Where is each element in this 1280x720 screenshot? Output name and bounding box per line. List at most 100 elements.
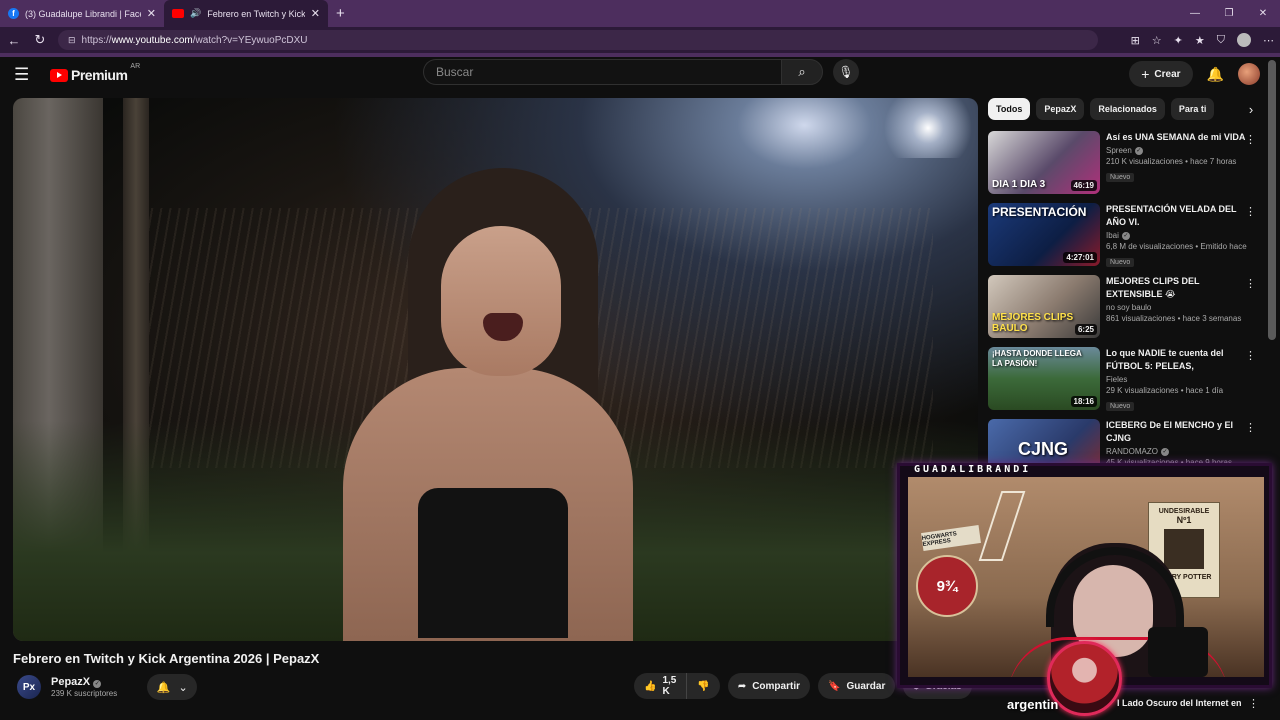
more-vert-icon[interactable]: ⋮: [1248, 697, 1259, 710]
back-icon[interactable]: ←: [6, 33, 22, 48]
subscription-bell-button[interactable]: 🔔 ⌄: [147, 674, 198, 700]
more-vert-icon[interactable]: ⋮: [1245, 349, 1256, 362]
search-button[interactable]: ⌕: [781, 59, 823, 85]
plus-icon: +: [1141, 66, 1150, 82]
youtube-logo[interactable]: Premium AR: [50, 63, 140, 83]
app-icon[interactable]: ⊞: [1131, 34, 1140, 47]
video-thumbnail[interactable]: ¡HASTA DONDE LLEGA LA PASIÓN! 18:16: [988, 347, 1100, 410]
video-info: Así es UNA SEMANA de mi VIDA Spreen ✓ 210…: [1106, 131, 1248, 203]
list-item[interactable]: DIA 1 DIA 3 46:19 Así es UNA SEMANA de m…: [988, 131, 1260, 203]
browser-tab-strip: f (3) Guadalupe Librandi | Facebook ✕ 🔊 …: [0, 0, 1280, 27]
video-thumbnail[interactable]: MEJORES CLIPS BAULO 6:25: [988, 275, 1100, 338]
more-vert-icon[interactable]: ⋮: [1245, 133, 1256, 146]
reload-icon[interactable]: ↻: [32, 32, 48, 48]
close-tab-icon[interactable]: ✕: [311, 7, 320, 20]
tab-youtube[interactable]: 🔊 Febrero en Twitch y Kick Argentina ✕: [164, 0, 328, 27]
restore-button[interactable]: ❐: [1212, 0, 1246, 27]
voice-search-button[interactable]: 🎙: [833, 59, 859, 85]
notifications-icon[interactable]: 🔔: [1207, 66, 1224, 83]
overlay-name: argentin: [1007, 697, 1059, 712]
duration-badge: 4:27:01: [1063, 252, 1097, 263]
light-source: [873, 98, 978, 158]
youtube-header: ☰ Premium AR Buscar ⌕ 🎙 + Crear 🔔: [0, 57, 1280, 93]
page-scrollbar[interactable]: [1268, 60, 1276, 340]
list-item[interactable]: ¡HASTA DONDE LLEGA LA PASIÓN! 18:16 Lo q…: [988, 347, 1260, 419]
menu-icon[interactable]: ☰: [14, 65, 42, 85]
new-tab-button[interactable]: +: [328, 0, 353, 27]
favorites-icon[interactable]: ★: [1195, 34, 1205, 47]
poster-number: Nº1: [1176, 515, 1192, 525]
minimize-button[interactable]: —: [1178, 0, 1212, 27]
list-item[interactable]: PRESENTACIÓN 4:27:01 PRESENTACIÓN VELADA…: [988, 203, 1260, 275]
save-button[interactable]: 🔖 Guardar: [818, 673, 896, 699]
search-input[interactable]: Buscar: [423, 59, 781, 85]
video-title[interactable]: Así es UNA SEMANA de mi VIDA: [1106, 131, 1248, 144]
video-title[interactable]: ICEBERG De El MENCHO y El CJNG: [1106, 419, 1248, 445]
video-title[interactable]: PRESENTACIÓN VELADA DEL AÑO VI.: [1106, 203, 1248, 229]
channel-avatar[interactable]: Px: [17, 675, 41, 699]
channel-label: Fieles: [1106, 375, 1128, 384]
channel-name[interactable]: Spreen ✓: [1106, 146, 1248, 155]
overlay-title: GUADALIBRANDI: [914, 464, 1032, 475]
more-vert-icon[interactable]: ⋮: [1245, 205, 1256, 218]
chip-relacionados[interactable]: Relacionados: [1090, 98, 1165, 120]
close-tab-icon[interactable]: ✕: [147, 7, 156, 20]
youtube-play-icon: [50, 68, 68, 82]
channel-name[interactable]: no soy baulo: [1106, 303, 1248, 312]
partial-rec-title[interactable]: l Lado Oscuro del Internet en: [1117, 698, 1242, 708]
bell-icon: 🔔: [156, 681, 171, 694]
speaker-icon[interactable]: 🔊: [190, 8, 201, 19]
like-button[interactable]: 👍 1,5 K: [634, 673, 688, 699]
video-title[interactable]: Lo que NADIE te cuenta del FÚTBOL 5: PEL…: [1106, 347, 1248, 373]
extensions-icon[interactable]: ✦: [1174, 34, 1183, 47]
video-title[interactable]: MEJORES CLIPS DEL EXTENSIBLE 😭: [1106, 275, 1248, 301]
like-dislike-group: 👍 1,5 K 👎: [634, 673, 720, 699]
more-icon[interactable]: ⋯: [1263, 34, 1274, 47]
thumbnail-text: ¡HASTA DONDE LLEGA LA PASIÓN!: [992, 349, 1082, 368]
channel-row: Px PepazX ✓ 239 K suscriptores 🔔 ⌄ 👍 1,5…: [13, 673, 1000, 701]
verified-icon: ✓: [93, 679, 102, 688]
url-field[interactable]: ⊟ https://www.youtube.com/watch?v=YEywuo…: [58, 30, 1098, 50]
channel-name[interactable]: Fieles: [1106, 375, 1248, 384]
site-info-icon[interactable]: ⊟: [68, 35, 76, 46]
thumbnail-text: PRESENTACIÓN: [992, 205, 1087, 219]
new-badge: Nuevo: [1106, 402, 1135, 411]
list-item[interactable]: MEJORES CLIPS BAULO 6:25 MEJORES CLIPS D…: [988, 275, 1260, 347]
channel-name[interactable]: RANDOMAZO ✓: [1106, 447, 1248, 456]
channel-label: RANDOMAZO: [1106, 447, 1158, 456]
chevron-right-icon[interactable]: ›: [1242, 102, 1260, 117]
video-player[interactable]: [13, 98, 978, 641]
channel-name[interactable]: PepazX ✓: [51, 676, 117, 688]
close-window-button[interactable]: ✕: [1246, 0, 1280, 27]
chip-para-ti[interactable]: Para ti: [1170, 98, 1215, 120]
video-stats: 210 K visualizaciones • hace 7 horas: [1106, 157, 1237, 166]
shield-icon[interactable]: ⛉: [1217, 34, 1225, 47]
search-icon: ⌕: [798, 64, 806, 79]
more-vert-icon[interactable]: ⋮: [1245, 277, 1256, 290]
chip-todos[interactable]: Todos: [988, 98, 1031, 120]
thumbnail-text: DIA 1 DIA 3: [992, 179, 1046, 190]
youtube-icon: [172, 9, 184, 18]
account-avatar[interactable]: [1238, 63, 1260, 85]
tab-facebook[interactable]: f (3) Guadalupe Librandi | Facebook ✕: [0, 0, 164, 27]
verified-icon: ✓: [1134, 146, 1143, 155]
more-vert-icon[interactable]: ⋮: [1245, 421, 1256, 434]
channel-name[interactable]: Ibai ✓: [1106, 231, 1248, 240]
toolbar-icons: ⊞ ☆ ✦ ★ ⛉ ⋯: [1131, 33, 1274, 47]
channel-label: no soy baulo: [1106, 303, 1152, 312]
dislike-button[interactable]: 👎: [687, 673, 720, 699]
chip-pepazx[interactable]: PepazX: [1036, 98, 1085, 120]
share-button[interactable]: ➦ Compartir: [727, 673, 810, 699]
mic-icon: 🎙: [838, 65, 854, 79]
video-thumbnail[interactable]: PRESENTACIÓN 4:27:01: [988, 203, 1100, 266]
video-thumbnail[interactable]: DIA 1 DIA 3 46:19: [988, 131, 1100, 194]
verified-icon: ✓: [1161, 447, 1169, 456]
favorite-icon[interactable]: ☆: [1152, 34, 1162, 47]
profile-icon[interactable]: [1237, 33, 1251, 47]
address-bar: ← ↻ ⊟ https://www.youtube.com/watch?v=YE…: [0, 27, 1280, 53]
new-badge: Nuevo: [1106, 173, 1135, 182]
header-actions: + Crear 🔔: [1129, 61, 1260, 87]
create-button[interactable]: + Crear: [1129, 61, 1193, 87]
brand-label: Premium: [71, 67, 128, 83]
url-prefix: https://: [81, 34, 112, 46]
